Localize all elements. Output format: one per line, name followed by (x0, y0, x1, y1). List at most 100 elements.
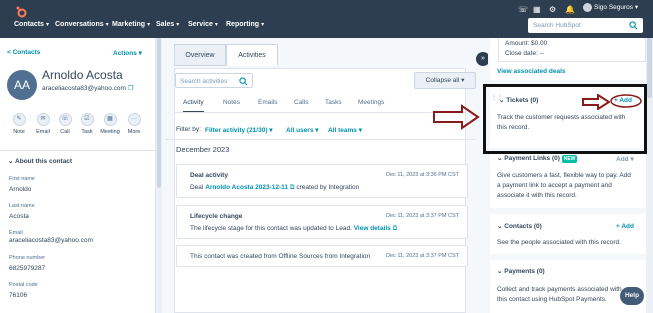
top-navigation-bar: Contacts ▾ Conversations ▾ Marketing ▾ Sale… (0, 0, 653, 38)
all-users-dropdown[interactable]: All users ▾ (286, 126, 319, 134)
card-body: The lifecycle stage for this contact was… (190, 225, 398, 232)
back-to-contacts-link[interactable]: < Contacts (7, 49, 40, 56)
phone-value[interactable]: 6825979287 (9, 265, 45, 272)
settings-gear-icon[interactable]: ⚙ (549, 5, 556, 14)
tab-overview[interactable]: Overview (174, 44, 226, 66)
subtab-emails[interactable]: Emails (258, 99, 278, 106)
view-details-link[interactable]: View details (354, 225, 391, 232)
notifications-bell-icon[interactable]: 🔔 (565, 5, 575, 14)
copy-icon[interactable]: ❐ (128, 85, 134, 92)
subtab-tasks[interactable]: Tasks (325, 99, 342, 106)
email-icon: ✉ (36, 113, 50, 126)
email-value[interactable]: araceliacosta83@yahoo.com (9, 237, 93, 244)
prop-label: First name (9, 176, 35, 182)
card-title: Lifecycle change (190, 213, 243, 220)
activity-card-deal[interactable]: Deal activity Dec 11, 2023 at 3:36 PM CS… (176, 164, 468, 198)
card-body: Deal Arnoldo Acosta 2023-12-11 ⧉ created… (190, 184, 360, 191)
search-icon (629, 21, 638, 30)
phone-icon: ☏ (58, 113, 72, 126)
payment-links-header[interactable]: ⌄ Payment Links (0) NEW (497, 154, 578, 163)
prop-label: Phone number (9, 255, 46, 261)
nav-service[interactable]: Service ▾ (188, 21, 218, 28)
nav-marketing[interactable]: Marketing ▾ (112, 21, 150, 28)
add-contact-button[interactable]: + Add (616, 223, 634, 230)
view-associated-deals-link[interactable]: View associated deals (497, 68, 566, 75)
new-badge: NEW (561, 155, 578, 163)
external-link-icon: ⧉ (392, 225, 398, 232)
task-button[interactable]: ☑ Task (77, 113, 97, 135)
prop-label: Postal code (9, 282, 38, 288)
chevron-down-icon: ⌄ (8, 158, 14, 165)
postal-code-value[interactable]: 76106 (9, 292, 27, 299)
prop-label: Last name (9, 203, 35, 209)
chevron-down-icon: ⌄ (497, 155, 503, 162)
subtab-calls[interactable]: Calls (294, 99, 308, 106)
left-scrollbar[interactable] (156, 38, 162, 313)
meeting-button[interactable]: ▦ Meeting (100, 113, 120, 135)
more-dots-icon: ··· (127, 113, 141, 126)
marketplace-icon[interactable]: ▦ (533, 5, 541, 14)
deal-link[interactable]: Arnoldo Acosta 2023-12-11 (205, 184, 288, 191)
payments-card: ⌄ Payments (0) Collect and track payment… (490, 260, 646, 313)
email-button[interactable]: ✉ Email (33, 113, 53, 135)
deal-summary: Amount: $0.00 Close date: -- (498, 38, 646, 62)
chevron-down-icon: ⌄ (497, 223, 503, 230)
month-heading: December 2023 (176, 145, 230, 154)
calling-icon[interactable]: ☏ (518, 5, 528, 14)
add-payment-link-dropdown[interactable]: Add ▾ (616, 155, 634, 163)
nav-reporting[interactable]: Reporting ▾ (226, 21, 264, 28)
calendar-icon: ▦ (103, 113, 117, 126)
filter-activity-dropdown[interactable]: Filter activity (21/30) ▾ (205, 126, 273, 134)
hubspot-logo-icon[interactable] (14, 5, 28, 19)
contacts-card: ⌄ Contacts (0) + Add See the people asso… (490, 214, 646, 254)
annotation-arrow-icon (433, 104, 480, 130)
search-icon (239, 77, 248, 86)
actions-dropdown[interactable]: Actions ▾ (113, 49, 142, 57)
task-icon: ☑ (80, 113, 94, 126)
call-button[interactable]: ☏ Call (55, 113, 75, 135)
tab-activities[interactable]: Activities (226, 44, 278, 66)
payment-links-card: ⌄ Payment Links (0) NEW Add ▾ Give custo… (490, 152, 646, 208)
contact-name[interactable]: Arnoldo Acosta (42, 68, 123, 82)
filter-by-label: Filter by: (176, 126, 201, 133)
card-date: Dec 11, 2023 at 3:37 PM CST (386, 253, 459, 259)
subtab-notes[interactable]: Notes (223, 99, 240, 106)
prop-label: Email (9, 230, 23, 236)
activity-card-created[interactable]: Dec 11, 2023 at 3:37 PM CST This contact… (176, 245, 468, 267)
help-button[interactable]: Help (620, 287, 644, 305)
note-button[interactable]: ✎ Note (9, 113, 29, 135)
right-scrollbar[interactable] (646, 38, 653, 313)
all-teams-dropdown[interactable]: All teams ▾ (328, 126, 362, 134)
deals-card: Amount: $0.00 Close date: -- View associ… (490, 38, 646, 80)
contact-avatar: AA (7, 70, 37, 100)
subtab-meetings[interactable]: Meetings (358, 99, 384, 106)
more-button[interactable]: ··· More (124, 113, 144, 135)
user-avatar (583, 3, 592, 12)
chevron-down-icon: ⌄ (497, 268, 503, 275)
quick-actions: ✎ Note ✉ Email ☏ Call ☑ Task ▦ Meeting ··· Mor… (9, 113, 147, 143)
note-icon: ✎ (12, 113, 26, 126)
nav-sales[interactable]: Sales ▾ (156, 21, 179, 28)
divider (174, 112, 466, 113)
card-title: Deal activity (190, 172, 228, 179)
global-search-input[interactable]: Search HubSpot (528, 18, 643, 33)
activity-search-input[interactable]: Search activities (175, 73, 253, 88)
contacts-header[interactable]: ⌄ Contacts (0) (497, 222, 542, 230)
activity-card-lifecycle[interactable]: Lifecycle change Dec 11, 2023 at 3:37 PM… (176, 205, 468, 239)
annotation-arrow-icon (582, 94, 610, 110)
annotation-circle-icon (610, 94, 642, 108)
contact-email[interactable]: araceliacosta83@yahoo.com ❐ (42, 84, 134, 92)
payments-header[interactable]: ⌄ Payments (0) (497, 267, 545, 275)
nav-conversations[interactable]: Conversations ▾ (55, 21, 109, 28)
first-name-value[interactable]: Arnoldo (9, 186, 31, 193)
about-section-header[interactable]: ⌄ About this contact (0, 150, 156, 171)
divider (166, 139, 476, 140)
nav-contacts[interactable]: Contacts ▾ (14, 21, 49, 28)
card-body: This contact was created from Offline So… (190, 253, 371, 260)
last-name-value[interactable]: Acosta (9, 213, 29, 220)
collapse-all-button[interactable]: Collapse all ▾ (414, 72, 476, 89)
external-link-icon: ⧉ (289, 184, 295, 191)
subtab-activity[interactable]: Activity (183, 99, 204, 113)
user-menu[interactable]: Sigo Seguros ▾ (583, 3, 638, 12)
card-date: Dec 11, 2023 at 3:37 PM CST (386, 213, 459, 219)
